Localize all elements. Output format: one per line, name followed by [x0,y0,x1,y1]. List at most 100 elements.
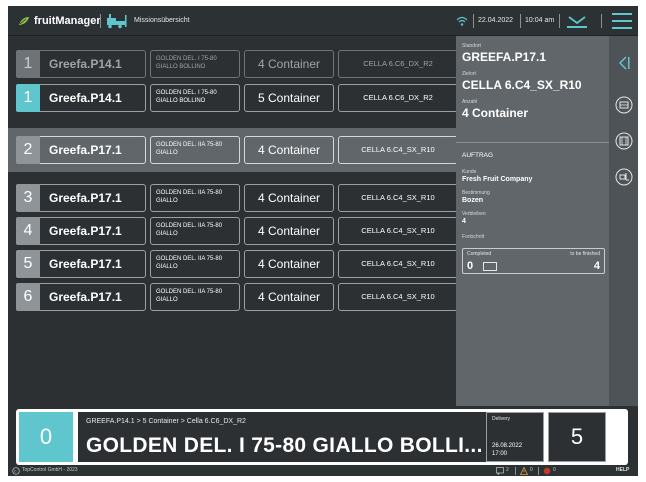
header-date: 22.04.2022 [478,17,514,24]
container-count: 4 Container [244,250,334,278]
zielort-label: Zielort [462,71,476,77]
variety: GOLDEN DEL. I 75-80 GIALLO BOLLINO [150,50,240,78]
row-number: 1 [16,50,40,78]
error-icon[interactable] [543,467,551,475]
panel-divider [456,142,609,143]
status-bar: c TopControl GmbH - 2023 2 0 0 HELP [8,466,638,476]
verbleiben-label: Verbleiben [462,211,486,217]
completed-label: Completed [467,251,492,257]
copyright-text: TopControl GmbH - 2023 [22,467,78,473]
variety: GOLDEN DEL. IIA 75-80 GIALLO [150,184,240,212]
auftrag-heading: AUFTRAG [462,152,494,159]
forklift-task-icon[interactable] [615,168,633,186]
to-be-finished-label: to be finished [570,251,600,257]
variety: GOLDEN DEL. IIA 75-80 GIALLO [150,250,240,278]
mission-row[interactable]: Greefa.P17.1 5 GOLDEN DEL. IIA 75-80 GIA… [16,250,458,278]
fortschritt-label: Fortschritt [462,234,485,240]
row-number: 5 [16,250,40,278]
copyright-icon: c [12,467,20,475]
app-brand: fruitManager [34,15,101,27]
container-count: 4 Container [244,217,334,245]
svg-text:c: c [14,469,17,474]
container-count: 4 Container [244,184,334,212]
mission-overview-label[interactable]: Missionsübersicht [134,17,190,24]
hamburger-menu-icon[interactable] [612,12,632,30]
destination: CELLA 6.C4_SX_R10 [338,283,458,311]
help-link[interactable]: HELP [616,467,629,473]
destination: CELLA 6.C4_SX_R10 [338,217,458,245]
kunde-label: Kunde [462,169,477,175]
header-divider [601,14,602,28]
standort-value: GREEFA.P17.1 [462,50,547,64]
variety: GOLDEN DEL. IIA 75-80 GIALLO [150,283,240,311]
variety: GOLDEN DEL. IIA 75-80 GIALLO [150,136,240,164]
collapse-panel-icon[interactable] [615,54,633,72]
bestimmung-value: Bozen [462,197,483,204]
container-count: 5 Container [244,84,334,112]
mission-list: Greefa.P14.1 1 GOLDEN DEL. I 75-80 GIALL… [8,36,458,406]
app-window: fruitManager Missionsübersicht 22.04.202… [8,6,638,476]
anzahl-value: 4 Container [462,106,529,120]
anzahl-label: Anzahl [462,99,478,105]
progress-bar [483,262,497,271]
current-task-bar: 0 GREEFA.P14.1 > 5 Container > Cella 6.C… [8,406,638,466]
completed-value: 0 [467,260,474,272]
message-icon[interactable] [496,467,504,475]
kunde-value: Fresh Fruit Company [462,176,533,183]
mission-row[interactable]: Greefa.P14.1 1 GOLDEN DEL. I 75-80 GIALL… [16,84,458,112]
status-divider [538,467,539,475]
standort-label: Standort [462,43,481,49]
task-title: GOLDEN DEL. I 75-80 GIALLO BOLLI... [86,434,483,457]
error-count: 0 [553,467,556,473]
variety: GOLDEN DEL. I 75-80 GIALLO BOLLINO [150,84,240,112]
top-bar: fruitManager Missionsübersicht 22.04.202… [8,6,638,36]
destination: CELLA 6.C4_SX_R10 [338,250,458,278]
destination: CELLA 6.C6_DX_R2 [338,84,458,112]
leaf-logo-icon [19,17,29,25]
variety: GOLDEN DEL. IIA 75-80 GIALLO [150,217,240,245]
message-count: 2 [506,467,509,473]
mission-row[interactable]: Greefa.P17.1 4 GOLDEN DEL. IIA 75-80 GIA… [16,217,458,245]
mission-detail-panel: Standort GREEFA.P17.1 Zielort CELLA 6.C4… [456,36,609,406]
download-tray-icon[interactable] [564,11,590,31]
mission-row[interactable]: Greefa.P14.1 1 GOLDEN DEL. I 75-80 GIALL… [16,50,458,78]
row-number: 3 [16,184,40,212]
zielort-value: CELLA 6.C4_SX_R10 [462,78,582,92]
container-count: 4 Container [244,136,334,164]
header-divider [559,14,560,28]
verbleiben-value: 4 [462,218,466,225]
delivery-time: 17:00 [492,451,508,457]
warning-count: 0 [530,467,533,473]
warning-icon[interactable] [520,467,528,475]
progress-box: Completed to be finished 0 4 [462,248,605,274]
row-number: 2 [16,136,40,164]
destination: CELLA 6.C4_SX_R10 [338,136,458,164]
wifi-icon [456,16,468,26]
bestimmung-label: Bestimmung [462,190,490,196]
container-scan-icon[interactable] [615,96,633,114]
header-divider [473,14,474,28]
forklift-icon[interactable] [106,13,128,29]
container-count: 4 Container [244,283,334,311]
container-count: 4 Container [244,50,334,78]
mission-row-selected[interactable]: Greefa.P17.1 2 GOLDEN DEL. IIA 75-80 GIA… [16,136,458,164]
delivery-date: 26.08.2022 [492,443,523,449]
mission-row[interactable]: Greefa.P17.1 3 GOLDEN DEL. IIA 75-80 GIA… [16,184,458,212]
container-stack-icon[interactable] [615,132,633,150]
header-time: 10:04 am [525,17,555,24]
header-divider [100,14,101,28]
task-description[interactable]: GREEFA.P14.1 > 5 Container > Cella 6.C6_… [78,412,488,462]
destination: CELLA 6.C4_SX_R10 [338,184,458,212]
mission-row[interactable]: Greefa.P17.1 6 GOLDEN DEL. IIA 75-80 GIA… [16,283,458,311]
right-toolbar [609,36,638,406]
destination: CELLA 6.C6_DX_R2 [338,50,458,78]
delivery-box: Delivery 26.08.2022 17:00 [486,412,544,462]
task-quantity: 5 [548,412,606,462]
status-divider [515,467,516,475]
to-be-finished-value: 4 [593,260,600,272]
task-number[interactable]: 0 [19,412,73,462]
row-number: 4 [16,217,40,245]
task-path: GREEFA.P14.1 > 5 Container > Cella 6.C6_… [86,418,246,425]
row-number: 1 [16,84,40,112]
delivery-label: Delivery [492,416,511,422]
